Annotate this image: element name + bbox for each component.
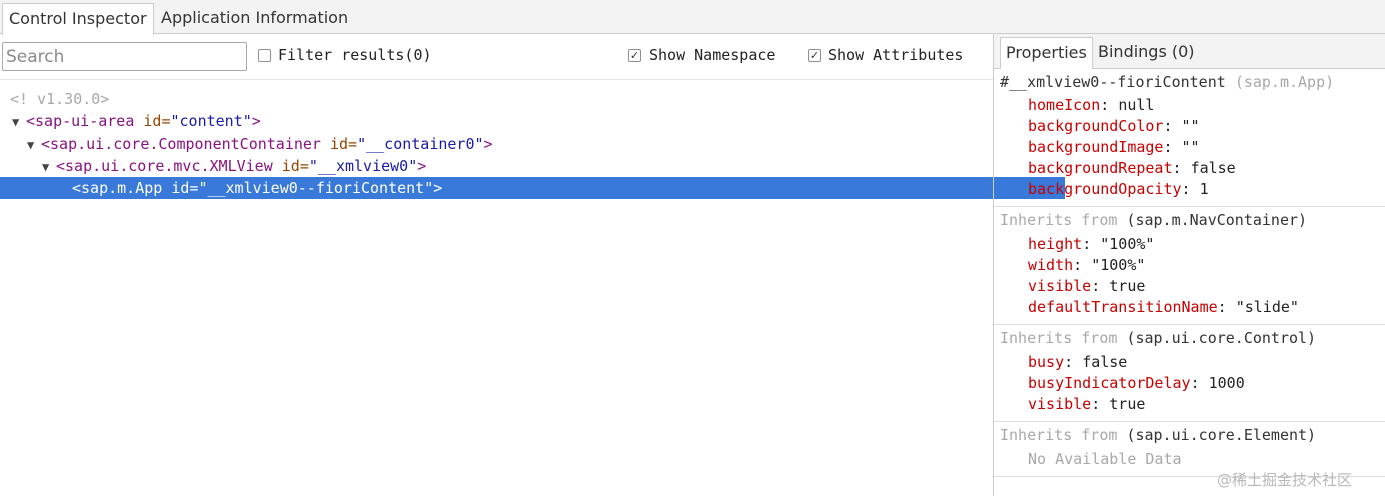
tab-application-information[interactable]: Application Information (155, 3, 354, 34)
property-row: homeIcon: null (1028, 96, 1155, 114)
tab-properties[interactable]: Properties (1000, 37, 1093, 69)
show-namespace-label: Show Namespace (649, 46, 776, 64)
inherits-header: Inherits from (sap.ui.core.Element) (1000, 426, 1317, 444)
tab-control-inspector[interactable]: Control Inspector (2, 3, 154, 35)
expand-triangle-icon[interactable]: ▼ (42, 156, 56, 178)
tree-node-component-container[interactable]: ▼ <sap.ui.core.ComponentContainer id="__c… (0, 133, 1020, 155)
expand-triangle-icon[interactable]: ▼ (27, 134, 41, 156)
filter-results-label: Filter results(0) (278, 46, 432, 64)
property-row: backgroundRepeat: false (1028, 159, 1236, 177)
property-row: backgroundOpacity: 1 (1028, 180, 1209, 198)
no-data-text: No Available Data (1028, 450, 1182, 468)
control-header: #__xmlview0--fioriContent (sap.m.App) (1000, 73, 1335, 91)
property-row: backgroundColor: "" (1028, 117, 1200, 135)
tree-toolbar: Filter results(0) ✓ Show Namespace ✓ Sho… (0, 34, 993, 80)
watermark-text: @稀土掘金技术社区 (1217, 471, 1353, 489)
properties-tab-bar: Properties Bindings (0) (994, 34, 1385, 69)
property-row: visible: true (1028, 395, 1146, 413)
properties-pane: Properties Bindings (0) #__xmlview0--fio… (994, 34, 1385, 496)
inherited-section-navcontainer: Inherits from (sap.m.NavContainer) heigh… (994, 207, 1385, 325)
property-row: height: "100%" (1028, 235, 1155, 253)
show-attributes-checkbox[interactable]: ✓ (808, 49, 821, 62)
property-row: defaultTransitionName: "slide" (1028, 298, 1299, 316)
inherits-header: Inherits from (sap.ui.core.Control) (1000, 329, 1317, 347)
tree-node-xmlview[interactable]: ▼ <sap.ui.core.mvc.XMLView id="__xmlview0… (0, 155, 1035, 177)
control-tree-pane: Filter results(0) ✓ Show Namespace ✓ Sho… (0, 34, 1065, 496)
show-namespace-checkbox[interactable]: ✓ (628, 49, 641, 62)
expand-triangle-icon[interactable]: ▼ (12, 111, 26, 133)
tree-node-sap-m-app-selected[interactable]: <sap.m.App id="__xmlview0--fioriContent"… (0, 177, 1065, 199)
inherited-section-control: Inherits from (sap.ui.core.Control) busy… (994, 325, 1385, 422)
tree-node-sap-ui-area[interactable]: ▼ <sap-ui-area id="content"> (0, 110, 1005, 132)
show-attributes-label: Show Attributes (828, 46, 964, 64)
property-row: backgroundImage: "" (1028, 138, 1200, 156)
top-tab-bar: Control Inspector Application Informatio… (0, 0, 1385, 35)
own-properties-section: #__xmlview0--fioriContent (sap.m.App) ho… (994, 71, 1385, 207)
tab-bindings[interactable]: Bindings (0) (1093, 37, 1200, 69)
version-comment: <! v1.30.0> (10, 90, 110, 108)
inherits-header: Inherits from (sap.m.NavContainer) (1000, 211, 1308, 229)
property-row: busy: false (1028, 353, 1128, 371)
property-row: width: "100%" (1028, 256, 1146, 274)
filter-results-checkbox[interactable] (258, 49, 271, 62)
property-row: visible: true (1028, 277, 1146, 295)
property-row: busyIndicatorDelay: 1000 (1028, 374, 1245, 392)
search-input[interactable] (2, 42, 247, 71)
